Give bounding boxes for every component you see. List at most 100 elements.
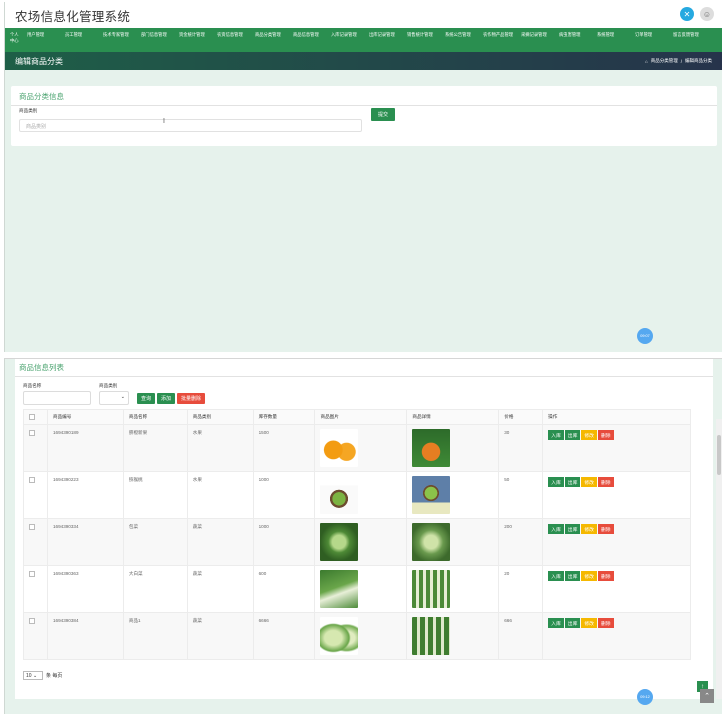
edit-button[interactable]: 修改 [581, 571, 597, 581]
table-row: 1694390334 包菜 蔬菜 1000 200 入库 出库 修改 删除 [23, 518, 691, 566]
select-all-checkbox[interactable] [29, 413, 35, 420]
edit-button[interactable]: 修改 [581, 524, 597, 534]
cabbage-detail-image[interactable] [412, 523, 451, 561]
nav-item[interactable]: 入库记录管理 [328, 28, 366, 52]
nav-item[interactable]: 部门信息管理 [138, 28, 176, 52]
product-id: 1694390334 [46, 518, 124, 566]
breadcrumb-separator: / [680, 58, 682, 64]
product1-detail-image[interactable] [412, 617, 451, 655]
stock-in-button[interactable]: 入库 [548, 618, 564, 628]
batch-delete-button[interactable]: 批量删除 [177, 393, 206, 404]
chinese-cabbage-image[interactable] [320, 570, 359, 608]
product-type: 水果 [186, 471, 254, 519]
product-stock: 6666 [252, 612, 316, 660]
row-checkbox[interactable] [29, 430, 35, 436]
product-list-screen: 商品信息列表 商品名称 商品类别 ⌄ 查询 添加 批量删除 商品编号 商品名称 … [4, 358, 722, 714]
table-row: 1694390189 脐橙新果 水果 1500 30 入库 出库 修改 删除 [23, 424, 691, 472]
nav-item[interactable]: 出库记录管理 [366, 28, 404, 52]
product-table: 商品编号 商品名称 商品类别 库存数量 商品图片 商品详情 价格 操作 1694… [23, 409, 691, 660]
delete-button[interactable]: 删除 [597, 618, 614, 628]
stock-out-button[interactable]: 出库 [564, 477, 581, 487]
delete-button[interactable]: 删除 [597, 524, 614, 534]
nav-item[interactable]: 销售统计管理 [404, 28, 442, 52]
nav-item[interactable]: 资金统计管理 [176, 28, 214, 52]
nav-item[interactable]: 用户管理 [24, 28, 62, 52]
stock-out-button[interactable]: 出库 [564, 571, 581, 581]
nav-item[interactable]: 订单管理 [632, 28, 670, 52]
name-search-label: 商品名称 [23, 383, 42, 388]
delete-button[interactable]: 删除 [597, 571, 614, 581]
add-button[interactable]: 添加 [157, 393, 176, 404]
nav-item[interactable]: 商品分类管理 [252, 28, 290, 52]
orange-detail-image[interactable] [412, 429, 451, 467]
pagination: 10 ⌄ 条 每页 [23, 671, 62, 680]
scroll-up-icon[interactable]: ⌃ [700, 689, 714, 703]
nav-item[interactable]: 商品信息管理 [290, 28, 328, 52]
query-button[interactable]: 查询 [137, 393, 156, 404]
stock-out-button[interactable]: 出库 [564, 524, 581, 534]
product-price: 200 [498, 518, 544, 566]
nav-item[interactable]: 系统管理 [594, 28, 632, 52]
row-checkbox[interactable] [29, 524, 35, 530]
home-icon[interactable]: ⌂ [645, 59, 648, 64]
stock-out-button[interactable]: 出库 [564, 430, 581, 440]
row-checkbox[interactable] [29, 618, 35, 624]
chinese-cabbage-detail-image[interactable] [412, 570, 451, 608]
column-header[interactable]: 价格 [498, 409, 544, 425]
product-id: 1694390384 [46, 612, 124, 660]
kiwi-image[interactable] [320, 476, 359, 514]
column-header[interactable]: 商品编号 [46, 409, 124, 425]
nav-item[interactable]: 个人中心 [7, 28, 24, 52]
orange-image[interactable] [320, 429, 359, 467]
text-cursor-icon: I [163, 118, 165, 125]
page-size-select[interactable]: 10 ⌄ [23, 671, 43, 680]
nav-item[interactable]: 病虫害管理 [556, 28, 594, 52]
column-header[interactable]: 商品类别 [186, 409, 254, 425]
row-checkbox[interactable] [29, 571, 35, 577]
submit-button[interactable]: 提交 [371, 108, 395, 121]
breadcrumb-item[interactable]: 商品分类管理 [651, 58, 678, 64]
title-bar: 农场信息化管理系统 ✕ ☺ [5, 2, 722, 28]
nav-item[interactable]: 技术专家管理 [100, 28, 138, 52]
type-select[interactable]: ⌄ [99, 391, 129, 405]
cabbage-image[interactable] [320, 523, 359, 561]
stock-in-button[interactable]: 入库 [548, 477, 564, 487]
list-section-title: 商品信息列表 [15, 359, 713, 377]
floating-time-badge[interactable]: 09:07 [637, 328, 653, 344]
scrollbar-thumb[interactable] [717, 435, 721, 475]
edit-button[interactable]: 修改 [581, 477, 597, 487]
edit-button[interactable]: 修改 [581, 618, 597, 628]
nav-item[interactable]: 农作物产品管理 [480, 28, 518, 52]
table-header-row: 商品编号 商品名称 商品类别 库存数量 商品图片 商品详情 价格 操作 [23, 409, 691, 425]
stock-out-button[interactable]: 出库 [564, 618, 581, 628]
edit-button[interactable]: 修改 [581, 430, 597, 440]
column-header[interactable]: 商品名称 [122, 409, 188, 425]
nav-item[interactable]: 留言反馈管理 [670, 28, 708, 52]
product-id: 1694390223 [46, 471, 124, 519]
product-price: 50 [498, 471, 544, 519]
product-name: 包菜 [122, 518, 188, 566]
theme-toggle-icon[interactable]: ✕ [680, 7, 694, 21]
row-checkbox[interactable] [29, 477, 35, 483]
column-header: 商品详情 [406, 409, 500, 425]
nav-item[interactable]: 采摘记录管理 [518, 28, 556, 52]
stock-in-button[interactable]: 入库 [548, 430, 564, 440]
name-search-input[interactable] [23, 391, 91, 405]
nav-item[interactable]: 系统公告管理 [442, 28, 480, 52]
floating-time-badge[interactable]: 09:12 [637, 689, 653, 705]
kiwi-detail-image[interactable] [412, 476, 451, 514]
user-avatar-icon[interactable]: ☺ [700, 7, 714, 21]
delete-button[interactable]: 删除 [597, 430, 614, 440]
product-type: 蔬菜 [186, 565, 254, 613]
delete-button[interactable]: 删除 [597, 477, 614, 487]
nav-item[interactable]: 员工管理 [62, 28, 100, 52]
product-name: 商品1 [122, 612, 188, 660]
nav-item[interactable]: 农资信息管理 [214, 28, 252, 52]
product1-image[interactable] [320, 617, 359, 655]
stock-in-button[interactable]: 入库 [548, 524, 564, 534]
column-header[interactable]: 库存数量 [252, 409, 316, 425]
stock-in-button[interactable]: 入库 [548, 571, 564, 581]
table-row: 1694390363 大白菜 蔬菜 600 20 入库 出库 修改 删除 [23, 565, 691, 613]
category-input[interactable]: 商品类别 [19, 119, 362, 132]
table-row: 1694390223 猕猴桃 水果 1000 50 入库 出库 修改 删除 [23, 471, 691, 519]
